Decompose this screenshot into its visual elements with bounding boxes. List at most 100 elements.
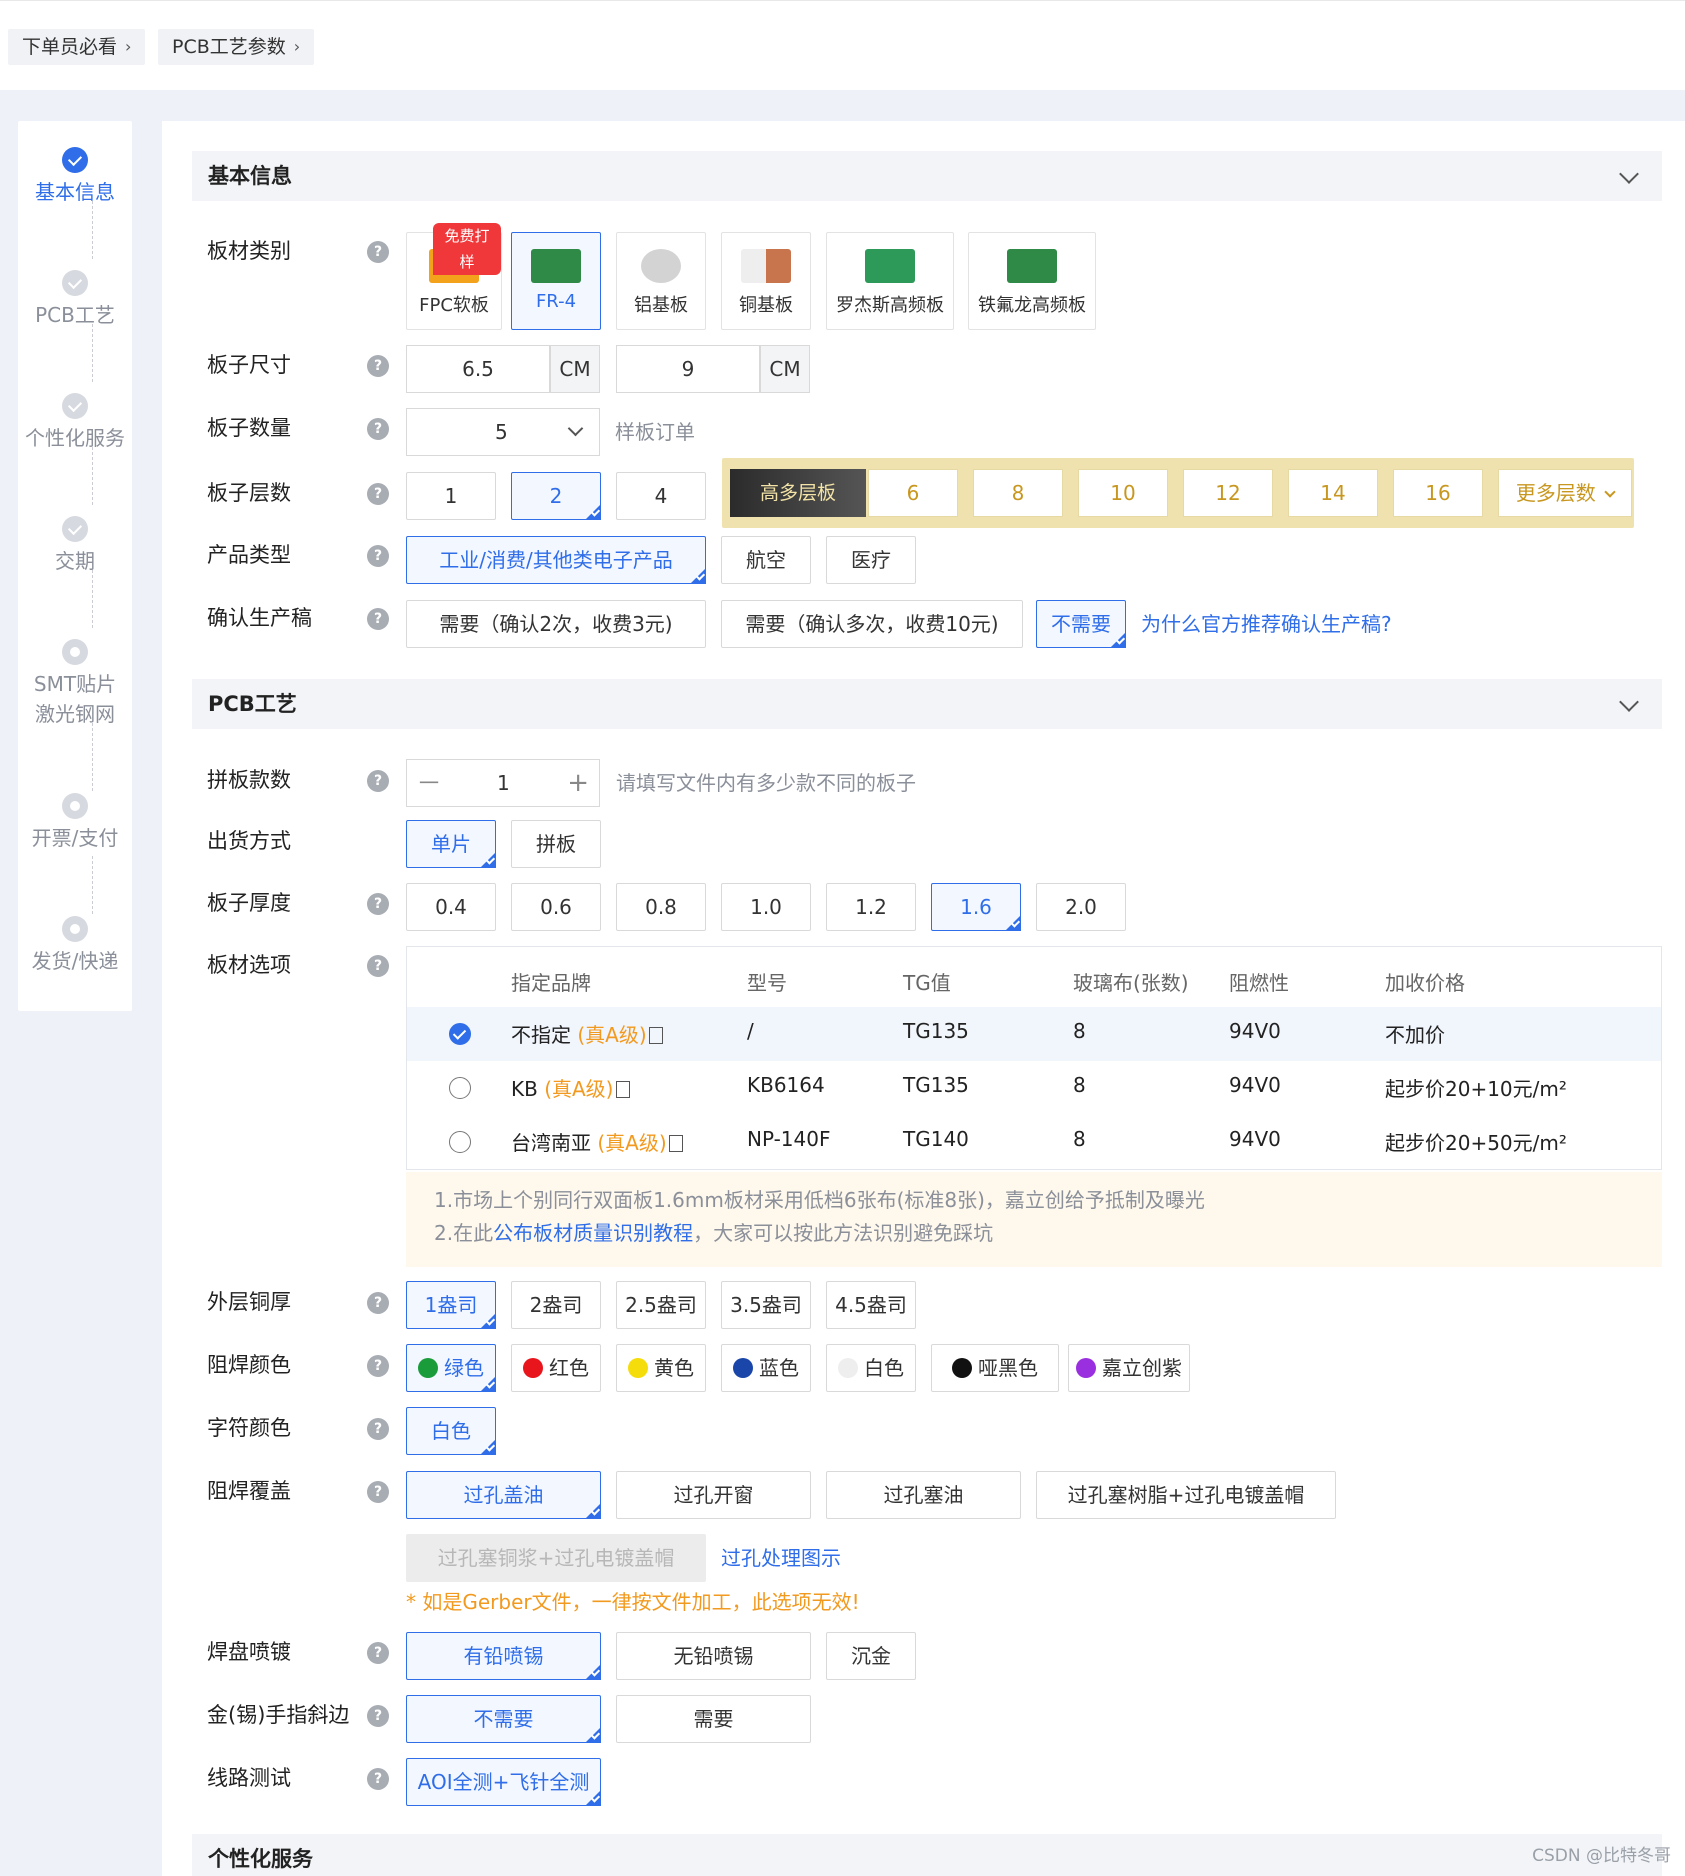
help-icon[interactable]: ? — [367, 770, 389, 792]
radio-icon[interactable] — [449, 1131, 471, 1153]
mask-color-blue[interactable]: 蓝色 — [721, 1344, 811, 1392]
layer-option-premium[interactable]: 12 — [1183, 469, 1273, 517]
thickness-option[interactable]: 1.2 — [826, 883, 916, 931]
height-input[interactable]: 9 — [616, 345, 760, 393]
material-fr4[interactable]: FR-4 — [511, 232, 601, 330]
material-aluminum[interactable]: 铝基板 — [616, 232, 706, 330]
radio-checked-icon[interactable] — [449, 1023, 471, 1045]
confirm-option[interactable]: 需要（确认2次，收费3元) — [406, 600, 706, 648]
surface-option[interactable]: 沉金 — [826, 1632, 916, 1680]
layer-option-premium[interactable]: 8 — [973, 469, 1063, 517]
thickness-option[interactable]: 0.6 — [511, 883, 601, 931]
copper-option[interactable]: 3.5盎司 — [721, 1281, 811, 1329]
panel-count-stepper[interactable]: 一 1 + — [406, 759, 600, 807]
help-icon[interactable]: ? — [367, 1642, 389, 1664]
help-icon[interactable]: ? — [367, 1705, 389, 1727]
help-icon[interactable]: ? — [367, 608, 389, 630]
plus-button[interactable]: + — [567, 760, 589, 806]
step-smt-stencil[interactable]: SMT贴片 激光钢网 — [18, 639, 132, 729]
mask-color-white[interactable]: 白色 — [826, 1344, 916, 1392]
confirm-option[interactable]: 需要（确认多次，收费10元) — [721, 600, 1023, 648]
step-pcb-process[interactable]: PCB工艺 — [18, 270, 132, 330]
copper-option[interactable]: 4.5盎司 — [826, 1281, 916, 1329]
product-type-option[interactable]: 医疗 — [826, 536, 916, 584]
help-icon[interactable]: ? — [367, 1481, 389, 1503]
document-icon[interactable] — [648, 1027, 663, 1044]
layer-option-premium[interactable]: 16 — [1393, 469, 1483, 517]
help-icon[interactable]: ? — [367, 1768, 389, 1790]
confirm-option[interactable]: 不需要 — [1036, 600, 1126, 648]
help-icon[interactable]: ? — [367, 545, 389, 567]
more-layers-dropdown[interactable]: 更多层数 — [1498, 469, 1632, 517]
board-tutorial-link[interactable]: 公布板材质量识别教程 — [493, 1221, 693, 1245]
thickness-option[interactable]: 0.8 — [616, 883, 706, 931]
via-cover-option[interactable]: 过孔开窗 — [616, 1471, 811, 1519]
radio-icon[interactable] — [449, 1077, 471, 1099]
thickness-option[interactable]: 2.0 — [1036, 883, 1126, 931]
layer-option[interactable]: 4 — [616, 472, 706, 520]
document-icon[interactable] — [615, 1081, 630, 1098]
thickness-option[interactable]: 1.0 — [721, 883, 811, 931]
silk-color-option[interactable]: 白色 — [406, 1407, 496, 1455]
thickness-option[interactable]: 1.6 — [931, 883, 1021, 931]
gold-finger-option[interactable]: 不需要 — [406, 1695, 601, 1743]
mask-color-matte-black[interactable]: 哑黑色 — [931, 1344, 1059, 1392]
quantity-select[interactable]: 5 — [406, 408, 600, 456]
help-icon[interactable]: ? — [367, 1418, 389, 1440]
via-cover-option[interactable]: 过孔塞油 — [826, 1471, 1021, 1519]
test-option[interactable]: AOI全测+飞针全测 — [406, 1758, 601, 1806]
mask-color-red[interactable]: 红色 — [511, 1344, 601, 1392]
step-shipping[interactable]: 发货/快递 — [18, 916, 132, 976]
step-delivery-time[interactable]: 交期 — [18, 516, 132, 576]
section-header-personal[interactable]: 个性化服务 — [192, 1834, 1662, 1876]
layer-option-premium[interactable]: 6 — [868, 469, 958, 517]
layer-option-premium[interactable]: 10 — [1078, 469, 1168, 517]
surface-option[interactable]: 无铅喷锡 — [616, 1632, 811, 1680]
minus-button[interactable]: 一 — [419, 760, 439, 806]
help-icon[interactable]: ? — [367, 1355, 389, 1377]
help-icon[interactable]: ? — [367, 355, 389, 377]
material-copper[interactable]: 铜基板 — [721, 232, 811, 330]
ship-mode-option[interactable]: 拼板 — [511, 820, 601, 868]
product-type-option[interactable]: 工业/消费/其他类电子产品 — [406, 536, 706, 584]
copper-option[interactable]: 2.5盎司 — [616, 1281, 706, 1329]
copper-option[interactable]: 1盎司 — [406, 1281, 496, 1329]
help-icon[interactable]: ? — [367, 241, 389, 263]
ship-mode-option[interactable]: 单片 — [406, 820, 496, 868]
copper-option[interactable]: 2盎司 — [511, 1281, 601, 1329]
step-invoice-payment[interactable]: 开票/支付 — [18, 793, 132, 853]
section-header-pcb[interactable]: PCB工艺 — [192, 679, 1662, 729]
breadcrumb-item-order-guide[interactable]: 下单员必看 › — [8, 29, 146, 65]
chevron-down-icon[interactable] — [1619, 692, 1639, 712]
layer-option-premium[interactable]: 14 — [1288, 469, 1378, 517]
thickness-option[interactable]: 0.4 — [406, 883, 496, 931]
chevron-down-icon[interactable] — [1619, 164, 1639, 184]
gold-finger-option[interactable]: 需要 — [616, 1695, 811, 1743]
step-basic-info[interactable]: 基本信息 — [18, 147, 132, 207]
layer-option[interactable]: 2 — [511, 472, 601, 520]
via-diagram-link[interactable]: 过孔处理图示 — [721, 1543, 841, 1573]
step-personal-service[interactable]: 个性化服务 — [18, 393, 132, 453]
why-confirm-link[interactable]: 为什么官方推荐确认生产稿? — [1141, 609, 1392, 639]
help-icon[interactable]: ? — [367, 893, 389, 915]
mask-color-purple[interactable]: 嘉立创紫 — [1068, 1344, 1190, 1392]
via-cover-option[interactable]: 过孔盖油 — [406, 1471, 601, 1519]
layer-option[interactable]: 1 — [406, 472, 496, 520]
width-input[interactable]: 6.5 — [406, 345, 550, 393]
mask-color-green[interactable]: 绿色 — [406, 1344, 496, 1392]
help-icon[interactable]: ? — [367, 483, 389, 505]
section-header-basic[interactable]: 基本信息 — [192, 151, 1662, 201]
breadcrumb-item-pcb-params[interactable]: PCB工艺参数 › — [158, 29, 315, 65]
material-rogers[interactable]: 罗杰斯高频板 — [826, 232, 954, 330]
help-icon[interactable]: ? — [367, 418, 389, 440]
help-icon[interactable]: ? — [367, 955, 389, 977]
material-teflon[interactable]: 铁氟龙高频板 — [968, 232, 1096, 330]
table-row[interactable]: 台湾南亚 (真A级) NP-140F TG140 8 94V0 起步价20+50… — [407, 1115, 1661, 1169]
table-row[interactable]: KB (真A级) KB6164 TG135 8 94V0 起步价20+10元/m… — [407, 1061, 1661, 1115]
product-type-option[interactable]: 航空 — [721, 536, 811, 584]
help-icon[interactable]: ? — [367, 1292, 389, 1314]
mask-color-yellow[interactable]: 黄色 — [616, 1344, 706, 1392]
surface-option[interactable]: 有铅喷锡 — [406, 1632, 601, 1680]
table-row[interactable]: 不指定 (真A级) / TG135 8 94V0 不加价 — [407, 1007, 1661, 1061]
via-cover-option[interactable]: 过孔塞树脂+过孔电镀盖帽 — [1036, 1471, 1336, 1519]
